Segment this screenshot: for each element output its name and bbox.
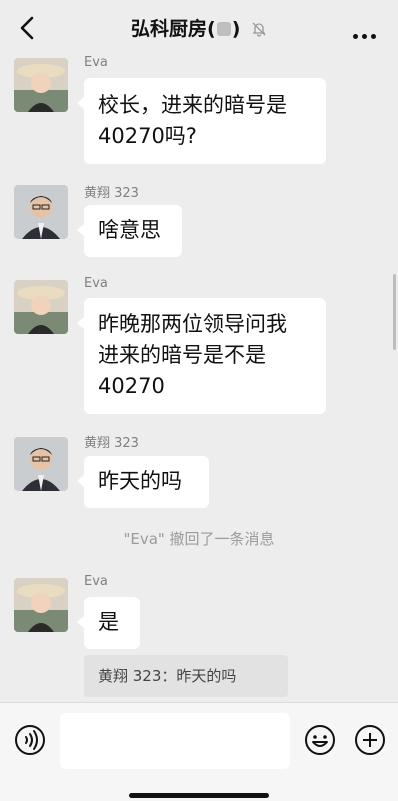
sender-name: 黄翔 323: [84, 436, 139, 451]
plus-icon[interactable]: [354, 724, 386, 756]
chat-title-suffix: ): [231, 18, 241, 40]
chat-header: 弘科厨房(): [0, 0, 398, 56]
sender-name: 黄翔 323: [84, 186, 139, 201]
avatar-eva[interactable]: [14, 280, 68, 334]
chat-title: 弘科厨房(): [0, 14, 398, 41]
scrollbar[interactable]: [393, 274, 396, 350]
message-input[interactable]: [60, 713, 290, 769]
sender-name: Eva: [84, 55, 108, 70]
more-dots-icon[interactable]: [349, 24, 376, 43]
bell-off-icon: [252, 22, 266, 37]
chat-title-text: 弘科厨房(: [131, 18, 216, 40]
message-bubble[interactable]: 是: [77, 597, 140, 649]
message-bubble[interactable]: 昨晚那两位领导问我 进来的暗号是不是 40270: [77, 298, 326, 414]
avatar-eva[interactable]: [14, 578, 68, 632]
recall-notice: "Eva" 撤回了一条消息: [123, 530, 275, 548]
avatar-huangxiang[interactable]: [14, 185, 68, 239]
sender-name: Eva: [84, 276, 108, 291]
avatar-huangxiang[interactable]: [14, 437, 68, 491]
emoji-icon[interactable]: [304, 724, 336, 756]
avatar-eva[interactable]: [14, 58, 68, 112]
home-indicator: [129, 793, 269, 798]
message-bubble[interactable]: 啥意思: [77, 205, 182, 257]
voice-icon[interactable]: [14, 724, 46, 756]
member-count-blurred: [216, 22, 231, 36]
quoted-reply[interactable]: 黄翔 323：昨天的吗: [84, 655, 288, 697]
sender-name: Eva: [84, 574, 108, 589]
message-bubble[interactable]: 校长，进来的暗号是 40270吗?: [77, 78, 326, 164]
message-bubble[interactable]: 昨天的吗: [77, 456, 209, 508]
input-bar: [0, 702, 398, 801]
